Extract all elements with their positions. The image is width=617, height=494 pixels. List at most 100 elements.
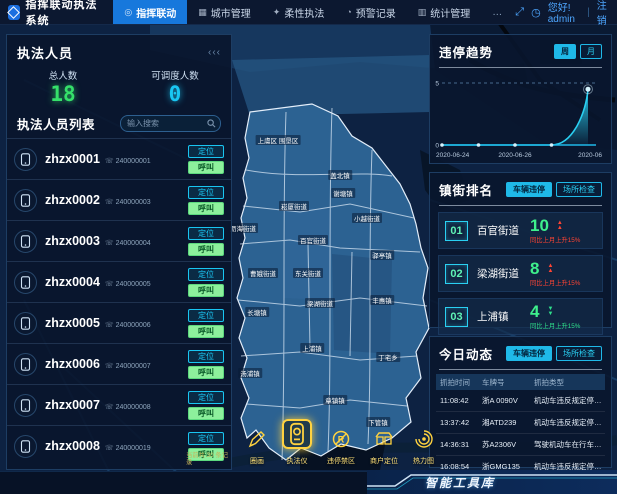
map-town-label[interactable]: 曹娥街道 [248, 268, 278, 278]
nav-item-1[interactable]: ◎指挥联动 [113, 0, 187, 24]
svg-text:5: 5 [435, 81, 439, 88]
nav-item-label: 统计管理 [430, 5, 470, 20]
call-button[interactable]: 呼叫 [188, 284, 224, 297]
svg-text:2020-06-26: 2020-06-26 [498, 152, 532, 159]
map-town-label[interactable]: 上浦镇 [300, 343, 324, 353]
call-button[interactable]: 呼叫 [188, 407, 224, 420]
map-town-label[interactable]: 汤浦镇 [238, 368, 262, 378]
locate-button[interactable]: 定位 [188, 227, 224, 240]
smart-toolbox-banner[interactable]: 智能工具库 [367, 470, 617, 494]
call-button[interactable]: 呼叫 [188, 325, 224, 338]
today-button-2[interactable]: 场所检查 [556, 346, 602, 361]
nav-item-2[interactable]: ▦城市管理 [187, 0, 262, 24]
rank-trend-note: 同比上月上升15% [530, 278, 596, 287]
locate-button[interactable]: 定位 [188, 186, 224, 199]
map-town-label[interactable]: 驿亭镇 [370, 250, 394, 260]
personnel-info: zhzx0002☏ 240000003 [37, 193, 188, 207]
personnel-panel: 执法人员 ‹‹‹ 总人数 18 可调度人数 0 执法人员列表 zhzx0001☏… [6, 34, 232, 470]
trend-button-2[interactable]: 月 [580, 44, 602, 59]
personnel-row: zhzx0004☏ 240000005定位呼叫 [7, 261, 231, 302]
tool-label: 圈画 [250, 456, 264, 466]
personnel-info: zhzx0004☏ 240000005 [37, 275, 188, 289]
map-town-label[interactable]: 丁宅乡 [376, 352, 400, 362]
map-town-label[interactable]: 上虞区 围垦区 [256, 135, 301, 145]
tool-shops[interactable]: 商户定位 [370, 429, 398, 466]
personnel-actions: 定位呼叫 [188, 268, 224, 297]
ranking-row[interactable]: 02梁湖街道8▲▲同比上月上升15% [438, 255, 603, 292]
activity-row[interactable]: 14:36:31苏A2306V驾驶机动车在行车道上停车 [436, 434, 605, 456]
personnel-info: zhzx0005☏ 240000006 [37, 316, 188, 330]
map-town-label[interactable]: 小越街道 [352, 213, 382, 223]
search-icon[interactable] [207, 119, 216, 128]
pen-icon[interactable] [247, 429, 267, 454]
map-town-label[interactable]: 盖北镇 [328, 170, 352, 180]
tool-heatmap[interactable]: 热力图 [413, 429, 434, 466]
nav-item-4[interactable]: ◔预警记录 [335, 0, 406, 24]
app-logo-icon [8, 5, 20, 20]
nav-item-5[interactable]: ▥统计管理 [407, 0, 482, 24]
banner-title: 智能工具库 [425, 474, 495, 491]
personnel-actions: 定位呼叫 [188, 227, 224, 256]
logout-link[interactable]: 注销 [597, 0, 609, 27]
nav-item-3[interactable]: ✦柔性执法 [262, 0, 336, 24]
collapse-chevrons-icon[interactable]: ‹‹‹ [208, 47, 221, 58]
activity-row[interactable]: 11:08:42浙A 0090V机动车违反规定停放… [436, 390, 605, 412]
personnel-row: zhzx0006☏ 240000007定位呼叫 [7, 343, 231, 384]
personnel-actions: 定位呼叫 [188, 145, 224, 174]
ranking-row[interactable]: 01百官街道10▲▲同比上月上升15% [438, 212, 603, 249]
dispatchable-count-label: 可调度人数 [119, 68, 231, 82]
heatmap-icon[interactable] [414, 429, 434, 454]
activity-row[interactable]: 13:37:42湘ATD239机动车违反规定停放… [436, 412, 605, 434]
trend-up-icon: ▲▲ [547, 264, 553, 274]
today-button-1[interactable]: 车辆违停 [506, 346, 552, 361]
map-town-label[interactable]: 沥海街道 [228, 223, 258, 233]
personnel-name: zhzx0007 [45, 398, 100, 412]
today-toggle-buttons: 车辆违停场所检查 [502, 346, 602, 361]
dashboard-screen: 上虞区 围垦区盖北镇谢塘镇崧厦街道小越街道沥海街道百官街道驿亭镇曹娥街道 东关街道… [0, 0, 617, 494]
divider [439, 67, 602, 68]
personnel-actions: 定位呼叫 [188, 186, 224, 215]
nav-item-6[interactable]: … [481, 0, 515, 24]
locate-button[interactable]: 定位 [188, 350, 224, 363]
search-input[interactable] [125, 118, 207, 129]
no-parking-icon[interactable]: R [331, 429, 351, 454]
recorder-icon[interactable] [282, 419, 312, 454]
ranking-button-2[interactable]: 场所检查 [556, 182, 602, 197]
trend-chart: 502020-06-242020-06-262020-06 [430, 70, 611, 165]
map-town-label[interactable]: 长塘镇 [245, 307, 269, 317]
map-town-label[interactable]: 崧厦街道 [279, 201, 309, 211]
shops-icon[interactable] [374, 429, 394, 454]
capture-time: 14:36:31 [436, 440, 482, 449]
map-town-label[interactable]: 百官街道 [298, 235, 328, 245]
map-town-label[interactable]: 东关街道 [293, 268, 323, 278]
map-town-label[interactable]: 梁湖街道 [305, 298, 335, 308]
call-button[interactable]: 呼叫 [188, 366, 224, 379]
personnel-info: zhzx0007☏ 240000008 [37, 398, 188, 412]
call-button[interactable]: 呼叫 [188, 202, 224, 215]
call-button[interactable]: 呼叫 [188, 243, 224, 256]
tool-pen[interactable]: 圈画 [247, 429, 267, 466]
call-button[interactable]: 呼叫 [188, 161, 224, 174]
fullscreen-icon[interactable]: ⤢ [515, 6, 524, 19]
ranking-panel-title: 镇街排名 [439, 180, 493, 199]
locate-button[interactable]: 定位 [188, 268, 224, 281]
locate-button[interactable]: 定位 [188, 309, 224, 322]
personnel-phone: ☏ 240000005 [105, 280, 151, 288]
map-town-label[interactable]: 谢塘镇 [331, 188, 355, 198]
plate-number: 湘ATD239 [482, 417, 534, 428]
personnel-panel-title: 执法人员 [17, 43, 73, 62]
ranking-row[interactable]: 03上浦镇4▼▼同比上月上升15% [438, 298, 603, 335]
locate-button[interactable]: 定位 [188, 145, 224, 158]
clock-icon[interactable]: ◷ [531, 6, 541, 19]
personnel-row: zhzx0001☏ 240000001定位呼叫 [7, 138, 231, 179]
ranking-button-1[interactable]: 车辆违停 [506, 182, 552, 197]
alert-icon: ◔ [346, 7, 351, 17]
rank-badge: 03 [445, 307, 468, 327]
locate-button[interactable]: 定位 [188, 391, 224, 404]
map-town-label[interactable]: 丰惠镇 [370, 295, 394, 305]
map-town-label[interactable]: 章镇镇 [323, 395, 347, 405]
trend-button-1[interactable]: 周 [554, 44, 576, 59]
svg-text:0: 0 [435, 143, 439, 150]
tool-recorder[interactable]: 执法仪 [282, 419, 312, 466]
tool-no-parking[interactable]: R违停禁区 [327, 429, 355, 466]
